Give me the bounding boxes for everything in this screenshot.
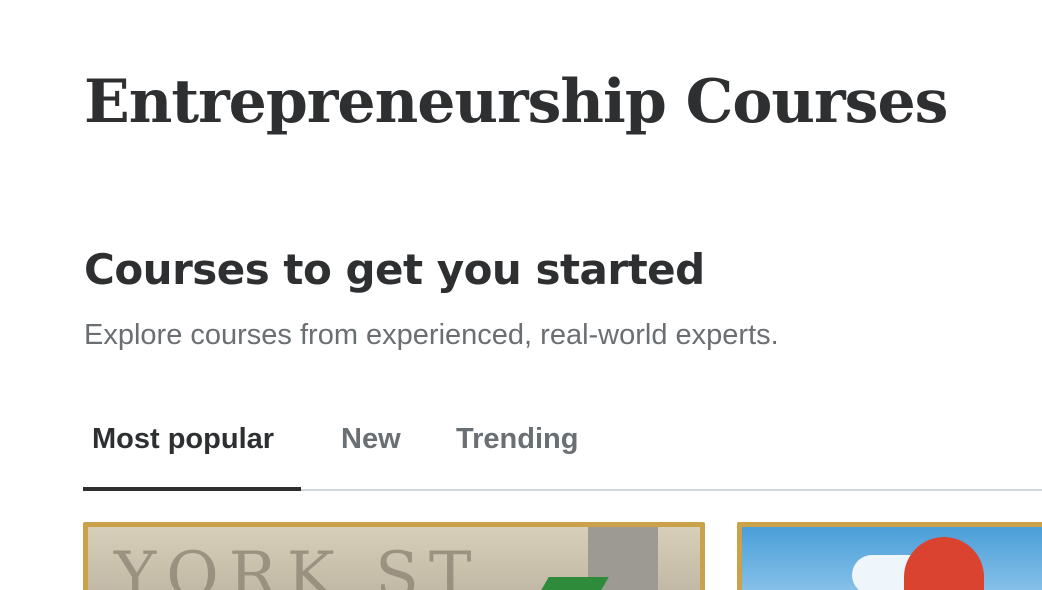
section-title: Courses to get you started — [84, 245, 705, 294]
tab-trending[interactable]: Trending — [456, 400, 578, 489]
course-card-thumbnail[interactable]: YORK ST — [83, 522, 705, 590]
course-card-thumbnail[interactable] — [737, 522, 1042, 590]
sign-shape — [537, 577, 609, 590]
course-tabs: Most popular New Trending — [83, 400, 1042, 491]
thumbnail-text: YORK ST — [114, 539, 482, 590]
page-title: Entrepreneurship Courses — [84, 67, 948, 137]
section-subtitle: Explore courses from experienced, real-w… — [84, 319, 779, 351]
page: Entrepreneurship Courses Courses to get … — [0, 0, 1042, 590]
tab-most-popular[interactable]: Most popular — [83, 400, 301, 491]
roof-shape — [904, 537, 984, 590]
tab-new[interactable]: New — [341, 400, 401, 489]
